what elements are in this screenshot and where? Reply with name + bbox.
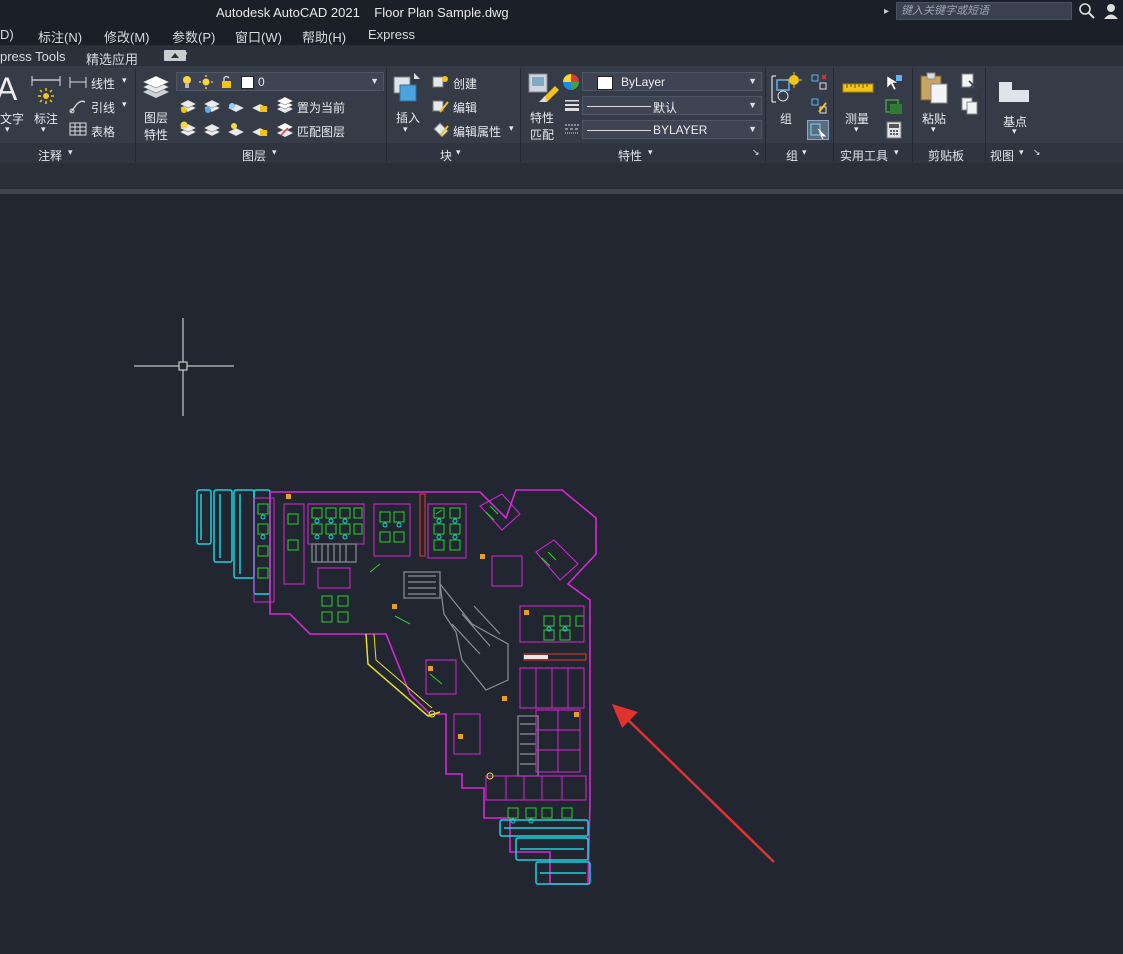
menu-parametric[interactable]: 参数(P) bbox=[172, 27, 215, 46]
linear-button[interactable]: 线性 bbox=[91, 75, 115, 92]
lineweight-icon[interactable] bbox=[564, 98, 580, 112]
linetype-icon[interactable] bbox=[564, 122, 580, 136]
group-button-label[interactable]: 组 bbox=[780, 110, 792, 127]
panel-title-groups[interactable]: 组 bbox=[786, 147, 798, 164]
linetype-dropdown[interactable]: BYLAYER ▼ bbox=[582, 120, 762, 139]
ungroup-icon[interactable] bbox=[810, 73, 828, 91]
floor-plan-drawing[interactable] bbox=[190, 484, 610, 889]
layer-tools-row2[interactable] bbox=[178, 120, 278, 140]
menu-express[interactable]: Express bbox=[368, 27, 415, 42]
edit-attribute-icon[interactable] bbox=[432, 121, 450, 137]
match-layer-icon[interactable] bbox=[275, 121, 295, 139]
match-properties-line1[interactable]: 特性 bbox=[530, 109, 554, 126]
layer-properties-icon[interactable] bbox=[139, 72, 173, 104]
ribbon-tab-bar: press Tools 精选应用 ▾ bbox=[0, 45, 1123, 67]
color-wheel-icon[interactable] bbox=[562, 73, 580, 91]
group-icon[interactable] bbox=[770, 72, 804, 106]
match-layer-button[interactable]: 匹配图层 bbox=[297, 123, 345, 140]
chevron-down-icon: ▼ bbox=[370, 76, 379, 86]
panel-title-clipboard[interactable]: 剪贴板 bbox=[928, 147, 964, 164]
copy-icon[interactable] bbox=[961, 97, 979, 115]
tab-express-tools[interactable]: press Tools bbox=[0, 49, 66, 64]
leader-button[interactable]: 引线 bbox=[91, 99, 115, 116]
menu-help[interactable]: 帮助(H) bbox=[302, 27, 346, 46]
table-button[interactable]: 表格 bbox=[91, 123, 115, 140]
edit-attribute-button[interactable]: 编辑属性 bbox=[453, 123, 501, 140]
file-tab-strip bbox=[0, 163, 1123, 189]
menu-dimension[interactable]: 标注(N) bbox=[38, 27, 82, 46]
current-layer-name: 0 bbox=[258, 75, 265, 89]
paste-icon[interactable] bbox=[918, 71, 950, 105]
cut-icon[interactable] bbox=[961, 73, 979, 91]
lineweight-value: 默认 bbox=[653, 101, 678, 115]
basepoint-icon[interactable] bbox=[997, 78, 1033, 106]
title-bar: Autodesk AutoCAD 2021 Floor Plan Sample.… bbox=[0, 0, 1123, 24]
dimension-button-label[interactable]: 标注 bbox=[34, 110, 58, 127]
svg-text:A: A bbox=[0, 72, 18, 104]
chevron-down-icon: ▼ bbox=[748, 100, 757, 110]
group-selection-toggle[interactable] bbox=[807, 120, 829, 140]
chevron-down-icon: ▼ bbox=[748, 124, 757, 134]
search-icon[interactable] bbox=[1078, 2, 1096, 20]
layer-properties-line2[interactable]: 特性 bbox=[144, 126, 168, 143]
red-strip bbox=[419, 493, 426, 557]
equipment-marks bbox=[286, 494, 579, 739]
select-similar-icon[interactable] bbox=[884, 97, 904, 117]
set-current-icon[interactable] bbox=[275, 97, 295, 115]
set-current-button[interactable]: 置为当前 bbox=[297, 99, 345, 116]
menu-view[interactable]: D) bbox=[0, 27, 14, 42]
layer-tools-row1[interactable] bbox=[178, 96, 278, 116]
match-properties-icon[interactable] bbox=[527, 72, 561, 106]
calculator-icon[interactable] bbox=[886, 121, 902, 139]
panel-title-utilities[interactable]: 实用工具 bbox=[840, 147, 888, 164]
leader-icon[interactable] bbox=[69, 98, 87, 114]
panel-title-layers[interactable]: 图层 bbox=[242, 147, 266, 164]
group-edit-icon[interactable] bbox=[810, 97, 828, 115]
text-icon[interactable]: A bbox=[0, 72, 18, 104]
color-value: ByLayer bbox=[621, 75, 666, 89]
panel-title-annotation[interactable]: 注释 bbox=[38, 147, 62, 164]
text-button-label[interactable]: 文字 bbox=[0, 110, 24, 127]
layer-properties-line1[interactable]: 图层 bbox=[144, 109, 168, 126]
chevron-down-icon: ▼ bbox=[748, 76, 757, 86]
annotation-arrow bbox=[612, 704, 775, 863]
user-icon[interactable] bbox=[1102, 2, 1120, 20]
cubicles-cyan bbox=[260, 514, 568, 824]
color-dropdown[interactable]: ByLayer ▼ bbox=[582, 72, 762, 91]
table-icon[interactable] bbox=[69, 122, 87, 136]
menu-bar: D) 标注(N) 修改(M) 参数(P) 窗口(W) 帮助(H) Express bbox=[0, 24, 1123, 45]
lineweight-dropdown[interactable]: 默认 ▼ bbox=[582, 96, 762, 115]
building-core bbox=[311, 543, 539, 777]
crosshair-cursor bbox=[134, 318, 234, 416]
layer-state-icons bbox=[183, 75, 231, 89]
measure-icon[interactable] bbox=[842, 78, 874, 98]
insert-button-label[interactable]: 插入 bbox=[396, 109, 420, 126]
panel-title-properties[interactable]: 特性 bbox=[618, 147, 642, 164]
panel-title-block[interactable]: 块 bbox=[440, 147, 452, 164]
window-title: Autodesk AutoCAD 2021 Floor Plan Sample.… bbox=[216, 5, 509, 20]
menu-modify[interactable]: 修改(M) bbox=[104, 27, 150, 46]
match-properties-line2[interactable]: 匹配 bbox=[530, 126, 554, 143]
properties-dialog-launcher-icon[interactable]: ↘ bbox=[752, 147, 760, 158]
search-input[interactable]: 键入关键字或短语 bbox=[896, 2, 1072, 20]
linetype-value: BYLAYER bbox=[653, 123, 708, 137]
dimension-icon[interactable] bbox=[30, 74, 62, 106]
building-outline bbox=[269, 489, 597, 885]
chevron-down-icon[interactable]: ▾ bbox=[183, 49, 188, 60]
panel-title-view[interactable]: 视图 bbox=[990, 147, 1014, 164]
layer-dropdown[interactable]: 0 ▼ bbox=[176, 72, 384, 91]
edit-block-icon[interactable] bbox=[432, 98, 450, 114]
create-block-icon[interactable] bbox=[432, 74, 450, 90]
linear-dimension-icon[interactable] bbox=[69, 75, 87, 89]
edit-block-button[interactable]: 编辑 bbox=[453, 99, 477, 116]
cubicles-green bbox=[257, 503, 585, 819]
search-expand-icon[interactable]: ▸ bbox=[884, 6, 889, 17]
create-block-button[interactable]: 创建 bbox=[453, 75, 477, 92]
menu-window[interactable]: 窗口(W) bbox=[235, 27, 282, 46]
quick-select-icon[interactable] bbox=[884, 73, 904, 93]
insert-block-icon[interactable] bbox=[392, 71, 426, 105]
view-dialog-launcher-icon[interactable]: ↘ bbox=[1033, 147, 1041, 158]
